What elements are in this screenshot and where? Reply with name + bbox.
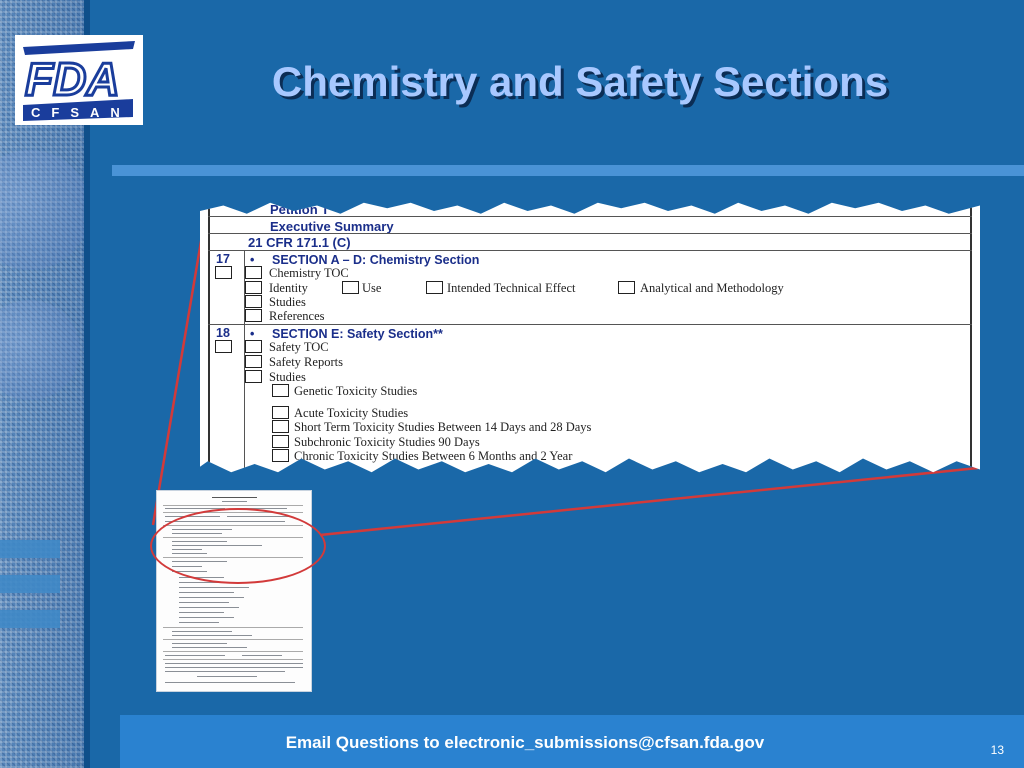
use-label: Use: [362, 281, 382, 295]
acute-toxicity-label: Acute Toxicity Studies: [294, 406, 409, 420]
thumb-rule: [163, 639, 303, 640]
thumb-rule: [163, 627, 303, 628]
short-term-toxicity-checkbox[interactable]: [272, 420, 289, 433]
thumb-text-line: [172, 635, 252, 636]
thumb-text-line: [165, 682, 295, 683]
thumb-text-line: [172, 647, 247, 648]
form-divider: [208, 233, 972, 234]
footer-email-text: Email Questions to electronic_submission…: [285, 733, 765, 752]
analytical-methodology-label: Analytical and Methodology: [640, 281, 784, 295]
thumb-text-line: [165, 667, 303, 668]
zoom-line-bottom: [319, 466, 979, 537]
genetic-toxicity-label: Genetic Toxicity Studies: [294, 384, 418, 398]
analytical-methodology-checkbox[interactable]: [618, 281, 635, 294]
thumb-title-line: [212, 497, 257, 498]
thumb-text-line: [242, 655, 282, 656]
identity-label: Identity: [269, 281, 308, 295]
section-17-number: 17: [216, 252, 230, 266]
safety-toc-checkbox[interactable]: [245, 340, 262, 353]
use-checkbox[interactable]: [342, 281, 359, 294]
zoom-line-top: [151, 211, 208, 526]
thumb-text-line: [179, 612, 224, 613]
thumb-text-line: [179, 607, 239, 608]
thumb-text-line: [165, 655, 225, 656]
form-divider: [208, 250, 972, 251]
page-number: 13: [990, 743, 1004, 757]
acute-toxicity-checkbox[interactable]: [272, 406, 289, 419]
intended-technical-effect-label: Intended Technical Effect: [447, 281, 576, 295]
section-17-checkbox[interactable]: [215, 266, 232, 279]
thumb-text-line: [165, 663, 303, 664]
section-18-bullet: •: [250, 327, 255, 341]
subchronic-toxicity-checkbox[interactable]: [272, 435, 289, 448]
form-header-cfr: 21 CFR 171.1 (C): [248, 235, 351, 250]
short-term-toxicity-label: Short Term Toxicity Studies Between 14 D…: [294, 420, 592, 434]
thumb-rule: [163, 505, 303, 506]
thumb-text-line: [179, 622, 219, 623]
thumb-text-line: [172, 643, 227, 644]
thumb-text-line: [179, 597, 244, 598]
footer-bar: Email Questions to electronic_submission…: [120, 715, 1024, 768]
section-18-title: SECTION E: Safety Section**: [272, 327, 443, 341]
section-17-bullet: •: [250, 253, 255, 267]
thumb-text-line: [165, 671, 285, 672]
safety-studies-label: Studies: [269, 370, 306, 384]
thumb-text-line: [197, 676, 257, 677]
chemistry-toc-checkbox[interactable]: [245, 266, 262, 279]
studies-checkbox[interactable]: [245, 295, 262, 308]
chronic-toxicity-checkbox[interactable]: [272, 449, 289, 462]
thumb-text-line: [222, 501, 247, 502]
thumb-text-line: [179, 617, 234, 618]
thumb-rule: [163, 651, 303, 652]
section-18-checkbox[interactable]: [215, 340, 232, 353]
form-divider: [208, 324, 972, 325]
references-label: References: [269, 309, 325, 323]
safety-studies-checkbox[interactable]: [245, 370, 262, 383]
zoomed-form-excerpt: Petition T Executive Summary 21 CFR 171.…: [200, 202, 980, 473]
studies-label: Studies: [269, 295, 306, 309]
safety-reports-checkbox[interactable]: [245, 355, 262, 368]
form-divider: [208, 216, 972, 217]
zoom-highlight-ellipse: [150, 508, 326, 584]
thumb-rule: [163, 659, 303, 660]
identity-checkbox[interactable]: [245, 281, 262, 294]
section-18-number: 18: [216, 326, 230, 340]
references-checkbox[interactable]: [245, 309, 262, 322]
section-17-title: SECTION A – D: Chemistry Section: [272, 253, 480, 267]
intended-technical-effect-checkbox[interactable]: [426, 281, 443, 294]
genetic-toxicity-checkbox[interactable]: [272, 384, 289, 397]
thumb-text-line: [172, 631, 232, 632]
form-header-executive-summary: Executive Summary: [270, 219, 394, 234]
chemistry-toc-label: Chemistry TOC: [269, 266, 349, 280]
safety-reports-label: Safety Reports: [269, 355, 343, 369]
thumb-text-line: [179, 587, 249, 588]
thumb-text-line: [179, 592, 234, 593]
thumb-text-line: [179, 602, 229, 603]
subchronic-toxicity-label: Subchronic Toxicity Studies 90 Days: [294, 435, 480, 449]
safety-toc-label: Safety TOC: [269, 340, 329, 354]
